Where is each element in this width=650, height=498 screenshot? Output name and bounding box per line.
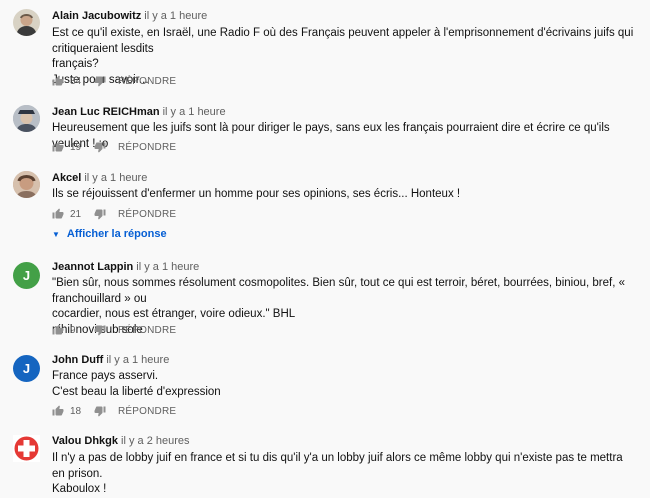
- comment-time[interactable]: il y a 1 heure: [84, 172, 147, 184]
- author-name[interactable]: Akcel: [52, 172, 81, 184]
- comment-text-line: français?: [52, 58, 99, 70]
- comment-actions: 18 RÉPONDRE: [52, 403, 176, 419]
- thumbs-up-icon[interactable]: [52, 141, 64, 153]
- comment-text-line: cocardier, nous est étranger, voire odie…: [52, 308, 296, 320]
- like-count: 19: [70, 141, 82, 153]
- comment-time[interactable]: il y a 2 heures: [121, 435, 189, 447]
- thumbs-down-icon[interactable]: [94, 208, 106, 220]
- author-name[interactable]: John Duff: [52, 354, 103, 366]
- comment-text-line: Est ce qu'il existe, en Israël, une Radi…: [52, 27, 634, 55]
- author-name[interactable]: Alain Jacubowitz: [52, 10, 141, 22]
- comment-text-line: France pays asservi.: [52, 370, 159, 382]
- comment-actions: 34 RÉPONDRE: [52, 73, 176, 89]
- thumbs-up-icon[interactable]: [52, 75, 64, 87]
- thumbs-up-icon[interactable]: [52, 208, 64, 220]
- author-name[interactable]: Valou Dhkgk: [52, 435, 118, 447]
- thumbs-down-icon[interactable]: [94, 405, 106, 417]
- comment-text: Il n'y a pas de lobby juif en france et …: [52, 451, 637, 498]
- comment-text-line: C'est beau la liberté d'expression: [52, 385, 221, 398]
- avatar-initial: J: [22, 268, 31, 283]
- avatar[interactable]: [13, 435, 40, 462]
- reply-button[interactable]: RÉPONDRE: [118, 142, 176, 153]
- avatar[interactable]: [13, 171, 40, 198]
- like-count: 21: [70, 208, 82, 220]
- comment-header: Jeannot Lappin il y a 1 heure: [52, 261, 199, 273]
- comment-header: Jean Luc REICHman il y a 1 heure: [52, 106, 226, 118]
- reply-button[interactable]: RÉPONDRE: [118, 406, 176, 417]
- like-count: 9: [70, 324, 76, 336]
- avatar[interactable]: J: [13, 262, 40, 289]
- comment-actions: 9 RÉPONDRE: [52, 322, 176, 338]
- avatar[interactable]: [13, 105, 40, 132]
- reply-button[interactable]: RÉPONDRE: [118, 325, 176, 336]
- comment-time[interactable]: il y a 1 heure: [163, 106, 226, 118]
- comment-text-line: Il n'y a pas de lobby juif en france et …: [52, 452, 623, 480]
- avatar-initial: J: [22, 361, 31, 376]
- show-replies-label: Afficher la réponse: [66, 228, 167, 240]
- author-name[interactable]: Jean Luc REICHman: [52, 106, 160, 118]
- comment-time[interactable]: il y a 1 heure: [106, 354, 169, 366]
- author-name[interactable]: Jeannot Lappin: [52, 261, 133, 273]
- comment-text: Ils se réjouissent d'enfermer un homme p…: [52, 187, 637, 203]
- avatar[interactable]: J: [13, 355, 40, 382]
- comment-text: France pays asservi. C'est beau la liber…: [52, 369, 637, 400]
- comment-time[interactable]: il y a 1 heure: [136, 261, 199, 273]
- show-replies-button[interactable]: ▼ Afficher la réponse: [52, 228, 167, 240]
- like-count: 34: [70, 75, 82, 87]
- comment-actions: 19 RÉPONDRE: [52, 139, 176, 155]
- comment-text-line: "Bien sûr, nous sommes résolument cosmop…: [52, 277, 625, 305]
- like-count: 18: [70, 405, 82, 417]
- comment-header: Akcel il y a 1 heure: [52, 172, 147, 184]
- reply-button[interactable]: RÉPONDRE: [118, 209, 176, 220]
- comment-text-line: Ils se réjouissent d'enfermer un homme p…: [52, 188, 461, 200]
- comment-actions: 21 RÉPONDRE: [52, 206, 176, 222]
- comment-text-line: Kaboulox !: [52, 483, 107, 495]
- thumbs-down-icon[interactable]: [94, 75, 106, 87]
- thumbs-down-icon[interactable]: [94, 141, 106, 153]
- avatar[interactable]: [13, 9, 40, 36]
- comment-header: Alain Jacubowitz il y a 1 heure: [52, 10, 207, 22]
- comment-header: Valou Dhkgk il y a 2 heures: [52, 435, 190, 447]
- reply-button[interactable]: RÉPONDRE: [118, 76, 176, 87]
- chevron-down-icon: ▼: [52, 229, 60, 239]
- thumbs-up-icon[interactable]: [52, 324, 64, 336]
- thumbs-up-icon[interactable]: [52, 405, 64, 417]
- comment-time[interactable]: il y a 1 heure: [144, 10, 207, 22]
- comment-header: John Duff il y a 1 heure: [52, 354, 169, 366]
- thumbs-down-icon[interactable]: [94, 324, 106, 336]
